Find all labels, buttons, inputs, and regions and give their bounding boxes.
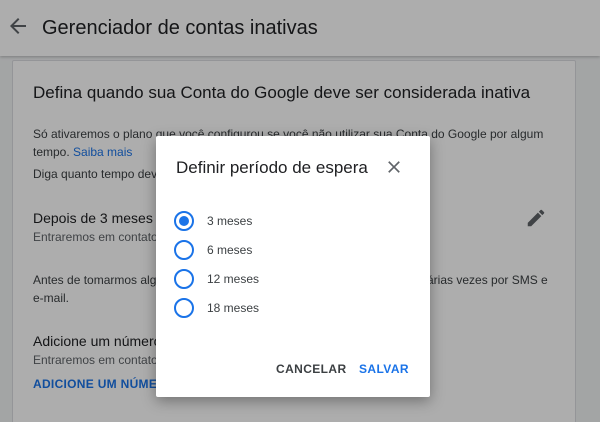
dialog-title: Definir período de espera — [176, 158, 368, 177]
radio-option-3-months[interactable]: 3 meses — [174, 211, 374, 233]
radio-button[interactable] — [174, 298, 194, 318]
radio-option-18-months[interactable]: 18 meses — [174, 298, 374, 320]
waiting-period-dialog: Definir período de espera 3 meses 6 mese… — [156, 136, 430, 397]
cancel-button[interactable]: CANCELAR — [276, 362, 347, 376]
radio-option-6-months[interactable]: 6 meses — [174, 240, 374, 262]
close-icon[interactable] — [384, 157, 404, 177]
radio-button[interactable] — [174, 240, 194, 260]
radio-label: 3 meses — [207, 214, 253, 228]
save-button[interactable]: SALVAR — [359, 362, 409, 376]
radio-label: 12 meses — [207, 272, 260, 286]
radio-label: 18 meses — [207, 301, 260, 315]
radio-button[interactable] — [174, 269, 194, 289]
radio-option-12-months[interactable]: 12 meses — [174, 269, 374, 291]
radio-button[interactable] — [174, 211, 194, 231]
radio-label: 6 meses — [207, 243, 253, 257]
